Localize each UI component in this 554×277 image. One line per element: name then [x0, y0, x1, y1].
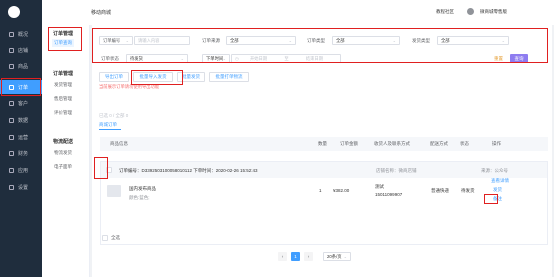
remark-link[interactable]: 备注: [493, 196, 502, 202]
th-delivery: 配送方式: [430, 141, 448, 146]
page-title: 移动商城: [91, 10, 112, 16]
page-size-select[interactable]: 20条/页 ⌄: [323, 252, 351, 261]
th-amount: 订单金额: [340, 141, 358, 146]
nav-item-goods[interactable]: 商品: [0, 59, 42, 73]
status-label: 订单状态: [101, 56, 119, 61]
avatar[interactable]: [467, 8, 474, 15]
top-bar: 移动商城 教程社区 微商城零售版: [42, 0, 554, 25]
subnav-group-logistics: 物流配送: [53, 139, 74, 145]
nav-item-data[interactable]: 数据: [0, 113, 42, 127]
nav-item-operate[interactable]: 运营: [0, 130, 42, 144]
ship-type-select[interactable]: 全部 ⌄: [437, 36, 509, 45]
batch-import-ship-button[interactable]: 批量导入发货: [133, 72, 173, 82]
order-type-select[interactable]: 全部 ⌄: [332, 36, 400, 45]
subnav-group-orders: 订单管理: [53, 31, 74, 37]
order-header: 订单编号：D3392503100058010112 下单时间：2020-02-2…: [101, 162, 547, 178]
receiver-name: 测试: [375, 184, 384, 189]
order-no-input[interactable]: 请输入内容: [134, 36, 190, 45]
page-1-button[interactable]: 1: [291, 252, 300, 261]
order-card: 订单编号：D3392503100058010112 下单时间：2020-02-2…: [100, 161, 548, 245]
app-icon: [9, 167, 14, 173]
subnav-item-reviews[interactable]: 评价管理: [54, 110, 72, 116]
brand-logo: [8, 6, 20, 18]
order-store: 店铺名称：微商店铺: [376, 168, 417, 173]
shop-icon: [9, 47, 14, 53]
finance-icon: [9, 150, 14, 156]
nav-item-settings[interactable]: 设置: [0, 180, 42, 194]
status-select[interactable]: 待发货 ⌄: [126, 54, 188, 63]
order-qty: 1: [319, 188, 322, 193]
order-amount: ¥382.00: [333, 188, 350, 193]
next-page-button[interactable]: ›: [304, 252, 313, 261]
th-status: 状态: [460, 141, 469, 146]
nav-item-customers[interactable]: 客户: [0, 96, 42, 110]
selection-summary: 已选 0 / 全部 0: [99, 113, 129, 118]
view-detail-link[interactable]: 查看详情: [491, 178, 509, 184]
subnav-item-aftersale[interactable]: 售后管理: [54, 96, 72, 102]
settings-icon: [9, 184, 14, 190]
nav-item-overview[interactable]: 概况: [0, 27, 42, 41]
table-header: 商品信息 数量 订单金额 收货人及联系方式 配送方式 状态 操作: [100, 137, 548, 151]
product-thumbnail[interactable]: [107, 185, 121, 197]
order-source-label: 订单来源: [202, 38, 220, 43]
subnav-item-shipping[interactable]: 发货管理: [54, 82, 72, 88]
select-all-checkbox[interactable]: [102, 235, 108, 241]
subnav-item-e-waybill[interactable]: 电子面单: [54, 164, 72, 170]
date-range-picker[interactable]: ◷ 开始日期 至 结束日期: [231, 54, 341, 63]
sub-nav: 订单管理 订单查询 订单管理 发货管理 售后管理 评价管理 物流配送 物流发货 …: [42, 25, 90, 277]
subnav-item-order-query[interactable]: 订单查询: [52, 39, 74, 47]
order-meta: 订单编号：D3392503100058010112 下单时间：2020-02-2…: [119, 168, 258, 173]
export-notice: 当前展示订单请勿使用导出功能: [99, 84, 160, 89]
order-status: 待发货: [461, 188, 475, 193]
order-icon: [9, 84, 14, 90]
main-content: 订单编号 ⌄ 请输入内容 订单来源 全部 ⌄ 订单类型 全部 ⌄ 发货类型 全部 ⌄ 订…: [92, 25, 552, 277]
subnav-group-orders-2: 订单管理: [53, 71, 74, 77]
overview-icon: [9, 31, 14, 37]
search-button[interactable]: 查询: [510, 54, 528, 63]
th-receiver: 收货人及联系方式: [374, 141, 410, 146]
tab-mall-orders[interactable]: 商城订单: [99, 122, 117, 128]
order-no-type-select[interactable]: 订单编号 ⌄: [99, 36, 133, 45]
operate-icon: [9, 134, 14, 140]
order-type-label: 订单类型: [307, 38, 325, 43]
product-name[interactable]: 国内发布商品: [129, 186, 156, 192]
export-orders-button[interactable]: 导出订单: [99, 72, 129, 82]
th-qty: 数量: [318, 141, 327, 146]
select-all-label: 全选: [111, 235, 120, 240]
time-type-select[interactable]: 下单时间 ⌄: [202, 54, 230, 63]
nav-item-shop[interactable]: 店铺: [0, 43, 42, 57]
app-root: 概况 店铺 商品 订单 客户 数据 运营 财务 应用 设置 移动商城 教程社区 …: [0, 0, 554, 277]
nav-item-orders[interactable]: 订单: [0, 80, 42, 94]
data-icon: [9, 117, 14, 123]
tab-underline: [99, 129, 121, 130]
order-source-select[interactable]: 全部 ⌄: [226, 36, 296, 45]
goods-icon: [9, 63, 14, 69]
ship-link[interactable]: 发货: [493, 187, 502, 193]
batch-ship-button[interactable]: 批量发货: [177, 72, 205, 82]
receiver-phone: 15011099907: [375, 192, 403, 197]
store-switcher[interactable]: 微商城零售版: [480, 9, 507, 15]
nav-item-apps[interactable]: 应用: [0, 163, 42, 177]
prev-page-button[interactable]: ‹: [278, 252, 287, 261]
ship-type-label: 发货类型: [412, 38, 430, 43]
reset-link[interactable]: 重置: [494, 56, 503, 62]
nav-item-finance[interactable]: 财务: [0, 146, 42, 160]
main-nav: 概况 店铺 商品 订单 客户 数据 运营 财务 应用 设置: [0, 0, 42, 277]
subnav-item-logistics-ship[interactable]: 物流发货: [54, 150, 72, 156]
calendar-icon: ◷: [235, 56, 239, 61]
batch-print-button[interactable]: 批量打单物流: [209, 72, 249, 82]
th-product: 商品信息: [110, 141, 128, 146]
product-spec: 颜色:蓝色;: [129, 195, 150, 200]
help-link[interactable]: 教程社区: [436, 9, 454, 15]
th-actions: 操作: [492, 141, 501, 146]
order-checkbox[interactable]: [106, 167, 112, 173]
order-source: 来源：公众号: [481, 168, 508, 173]
customer-icon: [9, 100, 14, 106]
delivery-method: 普通快递: [431, 188, 449, 193]
